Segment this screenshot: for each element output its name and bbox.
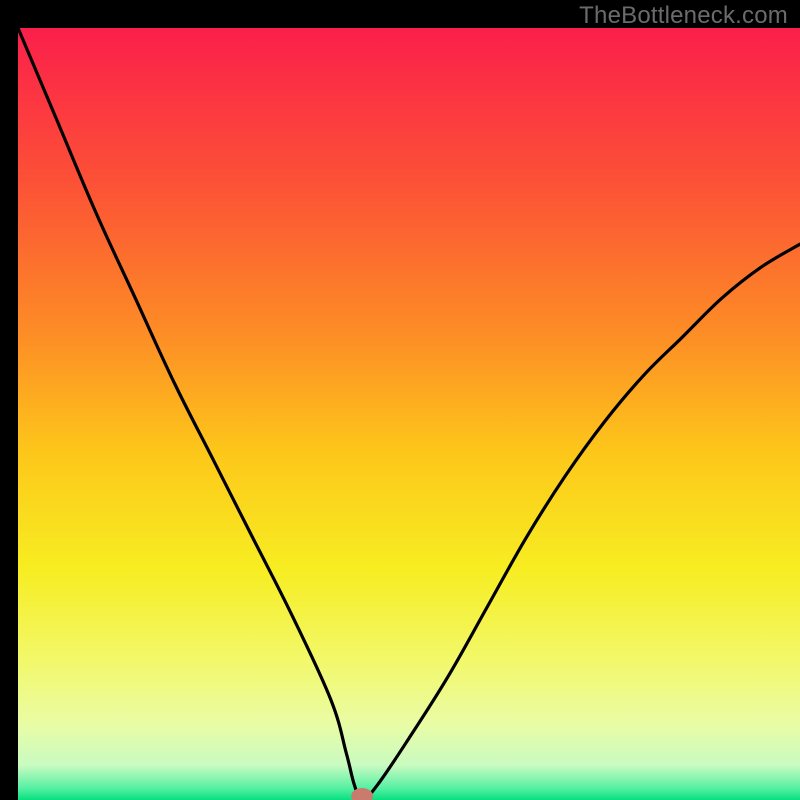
chart-svg — [0, 0, 800, 800]
bottleneck-chart: TheBottleneck.com — [0, 0, 800, 800]
watermark-text: TheBottleneck.com — [579, 2, 788, 30]
plot-background — [18, 28, 800, 800]
